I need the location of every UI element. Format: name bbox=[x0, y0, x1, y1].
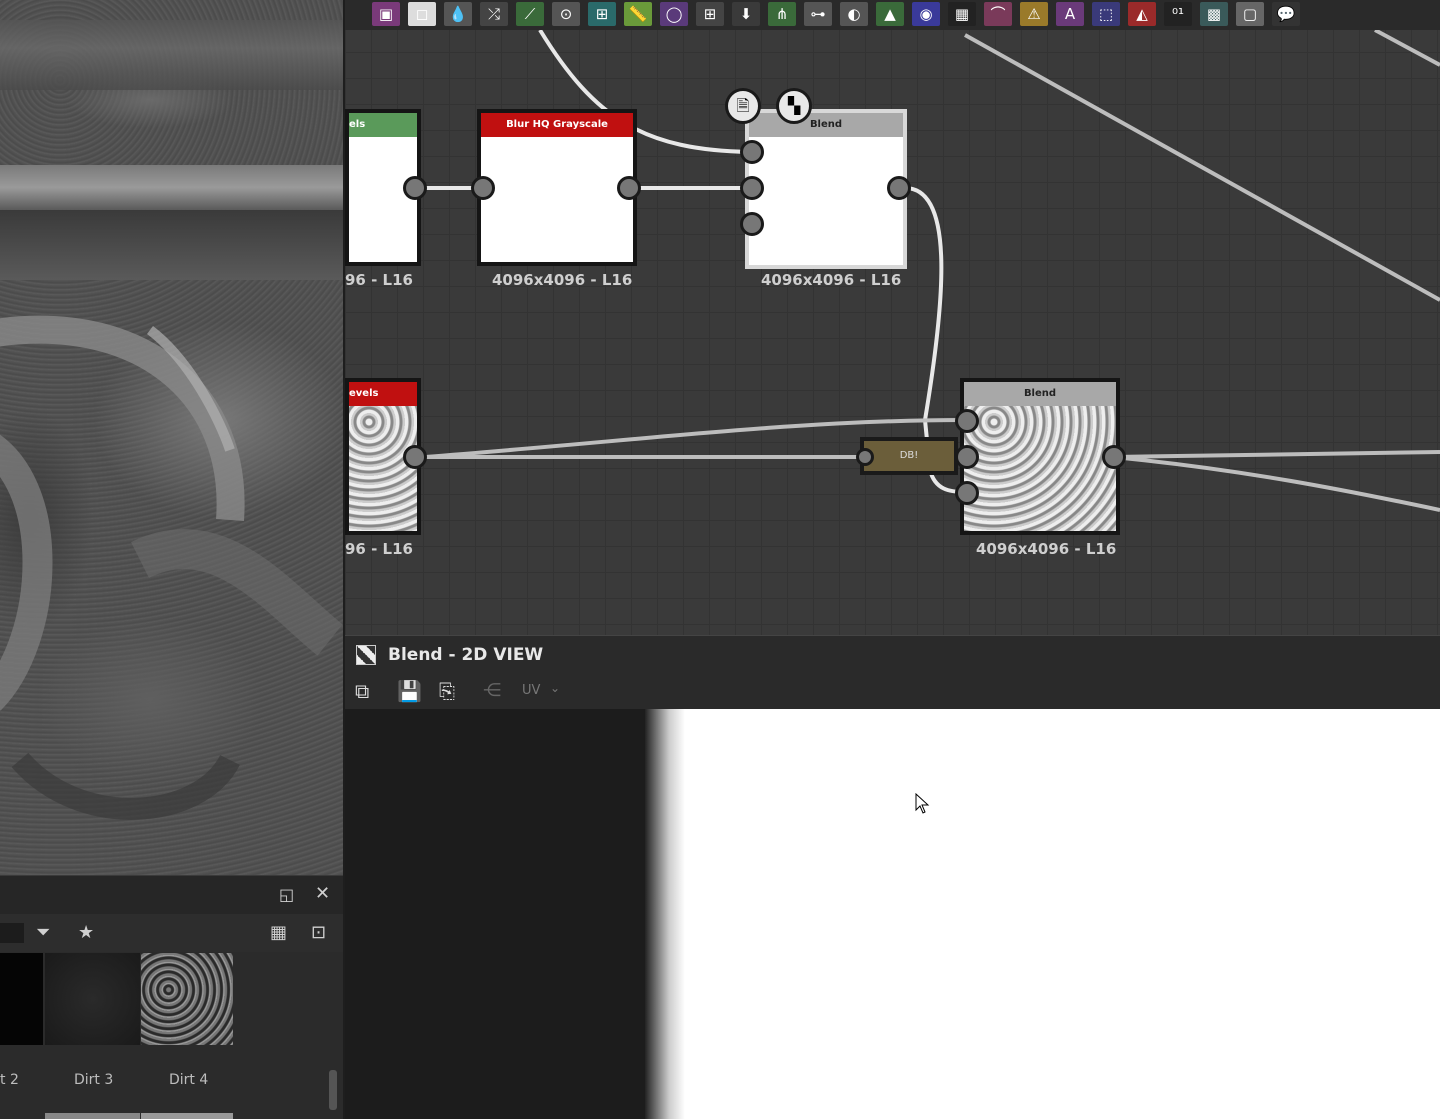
blur-hq-grayscale-node[interactable]: Blur HQ Grayscale bbox=[477, 109, 637, 266]
curve-icon[interactable]: ⟋ bbox=[516, 2, 544, 26]
connection bbox=[1374, 28, 1440, 67]
drop-icon[interactable]: 💧 bbox=[444, 2, 472, 26]
import-icon[interactable]: ⬇ bbox=[732, 2, 760, 26]
node-resolution: 96 - L16 bbox=[345, 540, 413, 558]
node-resolution: 4096x4096 - L16 bbox=[761, 271, 902, 289]
share-icon[interactable]: ⋲ bbox=[483, 680, 501, 701]
input-port[interactable] bbox=[740, 140, 764, 164]
library-header: ◱ ✕ bbox=[0, 875, 343, 914]
graph-connections bbox=[423, 28, 1440, 512]
output-port[interactable] bbox=[403, 445, 427, 469]
node-toolbar: ▣ ◻ 💧 ⤮ ⟋ ⊙ ⊞ 📏 ◯ ⊞ ⬇ ⋔ ⊶ ◐ ▲ ◉ ▦ ⌒ ⚠ A ⬚ ◭ ⁰¹ ▩ ▢ 💬 bbox=[345, 0, 1440, 30]
image-icon[interactable]: ▣ bbox=[372, 2, 400, 26]
comment-icon[interactable]: 💬 bbox=[1272, 2, 1300, 26]
node-resolution: 4096x4096 - L16 bbox=[976, 540, 1117, 558]
node-title: els bbox=[349, 113, 417, 137]
view2d-toolbar: ⧉ 💾 ⎘ ⋲ UV ⌄ bbox=[345, 673, 1440, 709]
ruler-icon[interactable]: 📏 bbox=[624, 2, 652, 26]
mirror-icon[interactable]: ⚠ bbox=[1020, 2, 1048, 26]
spline-icon[interactable]: ⌒ bbox=[984, 2, 1012, 26]
warp-icon[interactable]: ⊞ bbox=[588, 2, 616, 26]
text-icon[interactable]: A bbox=[1056, 2, 1084, 26]
frame-icon[interactable]: ▢ bbox=[1236, 2, 1264, 26]
texture-edge bbox=[645, 709, 685, 1119]
slider-icon[interactable]: ⊶ bbox=[804, 2, 832, 26]
scrollbar[interactable] bbox=[329, 1070, 337, 1110]
noise-icon[interactable]: ▦ bbox=[948, 2, 976, 26]
input-port[interactable] bbox=[740, 212, 764, 236]
dot-node[interactable]: DB! bbox=[860, 437, 958, 475]
thumbnail-next-row bbox=[141, 1113, 233, 1119]
3d-viewport[interactable] bbox=[0, 0, 343, 875]
node-title: Blend bbox=[964, 382, 1116, 406]
input-port[interactable] bbox=[955, 409, 979, 433]
transform-icon[interactable]: ⬚ bbox=[1092, 2, 1120, 26]
checker-icon bbox=[356, 645, 376, 665]
input-port[interactable] bbox=[856, 448, 874, 466]
shuffle-icon[interactable]: ⤮ bbox=[480, 2, 508, 26]
connection bbox=[1112, 455, 1440, 512]
input-port[interactable] bbox=[740, 176, 764, 200]
connection bbox=[904, 186, 944, 421]
thumbnail-label: Dirt 4 bbox=[169, 1072, 209, 1088]
view2d-header: Blend - 2D VIEW bbox=[345, 635, 1440, 674]
grid-icon[interactable]: ⊞ bbox=[696, 2, 724, 26]
histogram-icon[interactable]: ▲ bbox=[876, 2, 904, 26]
view2d-canvas[interactable] bbox=[645, 709, 1440, 1119]
library-toolbar: ⏷ ★ ▦ ⊡ bbox=[0, 914, 343, 952]
node-graph[interactable]: els 96 - L16 Blur HQ Grayscale 4096x4096… bbox=[345, 0, 1440, 635]
view2d-background bbox=[345, 709, 645, 1119]
circle-icon[interactable]: ◯ bbox=[660, 2, 688, 26]
uniform-color-icon[interactable]: ◻ bbox=[408, 2, 436, 26]
node-title: Blur HQ Grayscale bbox=[481, 113, 633, 137]
undock-icon[interactable]: ◱ bbox=[279, 885, 294, 905]
tree-icon[interactable]: ⋔ bbox=[768, 2, 796, 26]
ornament-relief bbox=[0, 315, 343, 820]
view2d-title: Blend - 2D VIEW bbox=[388, 645, 544, 665]
grid-view-icon[interactable]: ▦ bbox=[270, 923, 287, 943]
connection bbox=[1112, 450, 1440, 459]
input-port[interactable] bbox=[471, 176, 495, 200]
mask-icon[interactable]: ◐ bbox=[840, 2, 868, 26]
document-icon[interactable]: 🗎 bbox=[725, 88, 761, 124]
search-input[interactable] bbox=[0, 923, 24, 943]
output-port[interactable] bbox=[1102, 445, 1126, 469]
uv-dropdown[interactable]: UV bbox=[522, 683, 540, 698]
node-title: evels bbox=[349, 382, 417, 406]
thumbnail-next-row bbox=[45, 1113, 140, 1119]
thumbnail-label: t 2 bbox=[0, 1072, 19, 1088]
checker-preview-icon[interactable]: ▚ bbox=[776, 88, 812, 124]
save-icon[interactable]: 💾 bbox=[397, 679, 422, 703]
mouse-cursor-icon bbox=[915, 793, 930, 814]
value-icon[interactable]: ⁰¹ bbox=[1164, 2, 1192, 26]
close-icon[interactable]: ✕ bbox=[315, 884, 330, 904]
output-port[interactable] bbox=[617, 176, 641, 200]
node-resolution: 96 - L16 bbox=[345, 271, 413, 289]
copy-view-icon[interactable]: ⧉ bbox=[355, 679, 369, 703]
input-port[interactable] bbox=[955, 481, 979, 505]
thumbnail-dirt-4[interactable] bbox=[141, 953, 233, 1045]
node-resolution: 4096x4096 - L16 bbox=[492, 271, 633, 289]
connection bbox=[964, 33, 1440, 302]
fill-icon[interactable]: ◭ bbox=[1128, 2, 1156, 26]
color-wheel-icon[interactable]: ◉ bbox=[912, 2, 940, 26]
gradient-icon[interactable]: ⊙ bbox=[552, 2, 580, 26]
node-title: Blend bbox=[749, 113, 903, 137]
pattern-icon[interactable]: ▩ bbox=[1200, 2, 1228, 26]
display-mode-icon[interactable]: ⊡ bbox=[311, 923, 326, 943]
blend-node-selected[interactable]: Blend bbox=[745, 109, 907, 269]
thumbnail-label: Dirt 3 bbox=[74, 1072, 114, 1088]
chevron-down-icon[interactable]: ⌄ bbox=[550, 681, 560, 695]
thumbnail-dirt-3[interactable] bbox=[45, 953, 140, 1045]
copy-icon[interactable]: ⎘ bbox=[439, 679, 455, 703]
favorite-icon[interactable]: ★ bbox=[78, 923, 94, 943]
thumbnail-dirt-2[interactable] bbox=[0, 953, 43, 1045]
blend-node[interactable]: Blend bbox=[960, 378, 1120, 535]
filter-icon[interactable]: ⏷ bbox=[36, 923, 50, 943]
output-port[interactable] bbox=[403, 176, 427, 200]
output-port[interactable] bbox=[887, 176, 911, 200]
input-port[interactable] bbox=[955, 445, 979, 469]
